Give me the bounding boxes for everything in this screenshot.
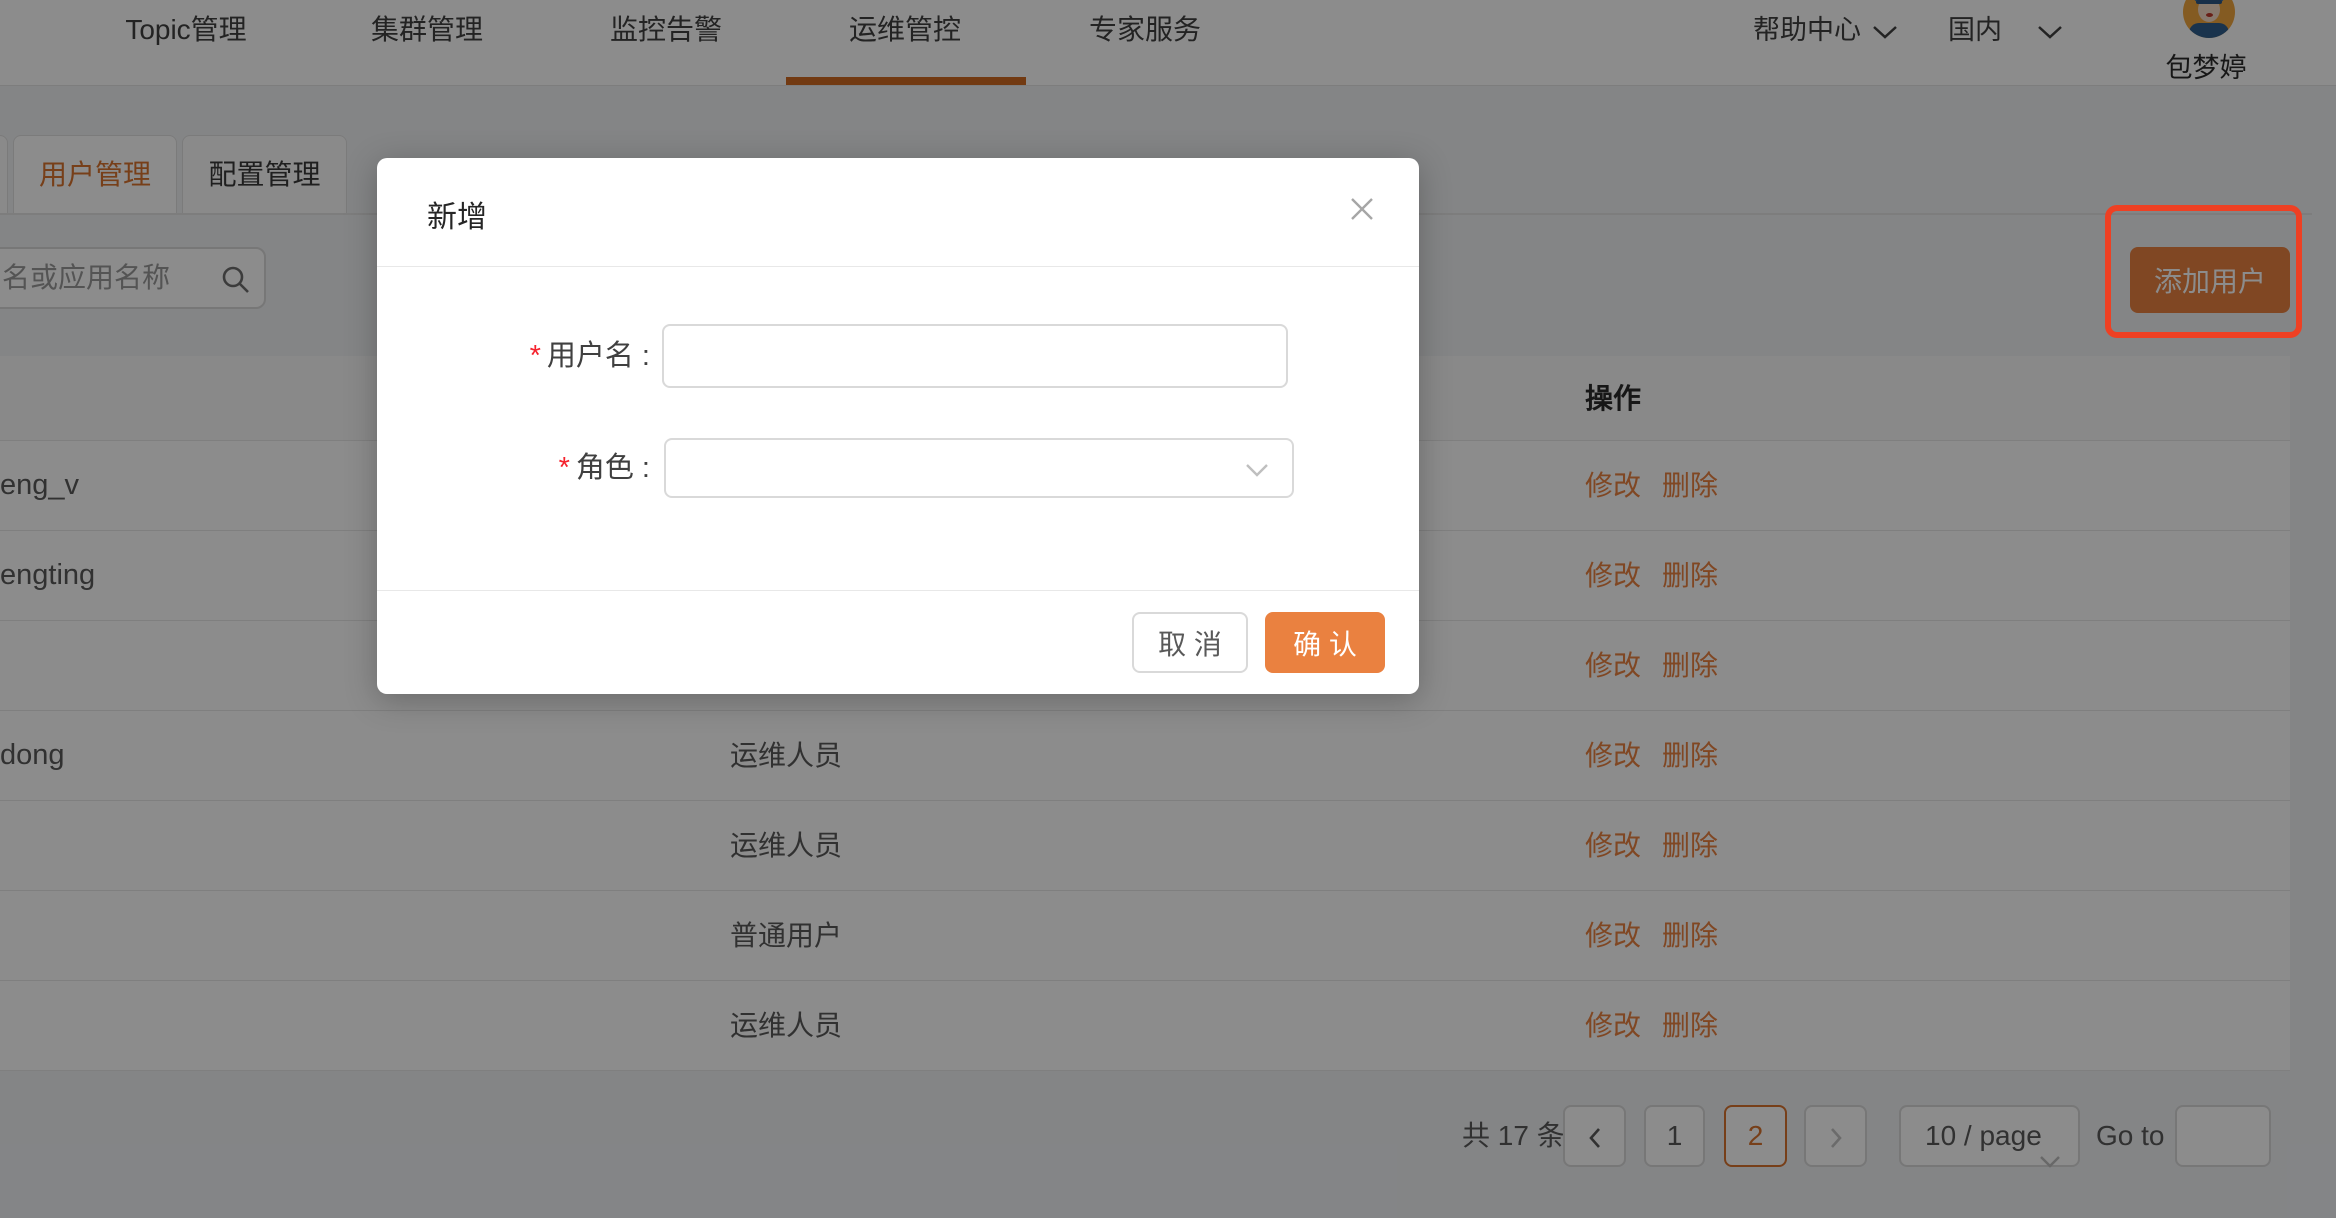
role-field-label: *角色 : — [377, 438, 650, 498]
required-mark: * — [559, 452, 570, 484]
modal-footer-divider — [377, 590, 1419, 591]
close-icon[interactable] — [1347, 194, 1377, 224]
role-select[interactable] — [664, 438, 1294, 498]
modal-header-divider — [377, 266, 1419, 267]
modal-title: 新增 — [427, 192, 487, 236]
username-field-label: *用户名 : — [377, 324, 650, 388]
app-root: Topic管理 集群管理 监控告警 运维管控 专家服务 帮助中心 国内 包梦婷 … — [0, 0, 2336, 1218]
required-mark: * — [530, 340, 541, 372]
click-target-annotation — [2105, 205, 2302, 338]
chevron-down-icon — [1244, 462, 1270, 483]
add-user-modal: 新增 *用户名 : *角色 : 取 消 确 认 — [377, 158, 1419, 694]
confirm-button[interactable]: 确 认 — [1265, 612, 1385, 673]
username-field[interactable] — [662, 324, 1288, 388]
cancel-button[interactable]: 取 消 — [1132, 612, 1248, 673]
